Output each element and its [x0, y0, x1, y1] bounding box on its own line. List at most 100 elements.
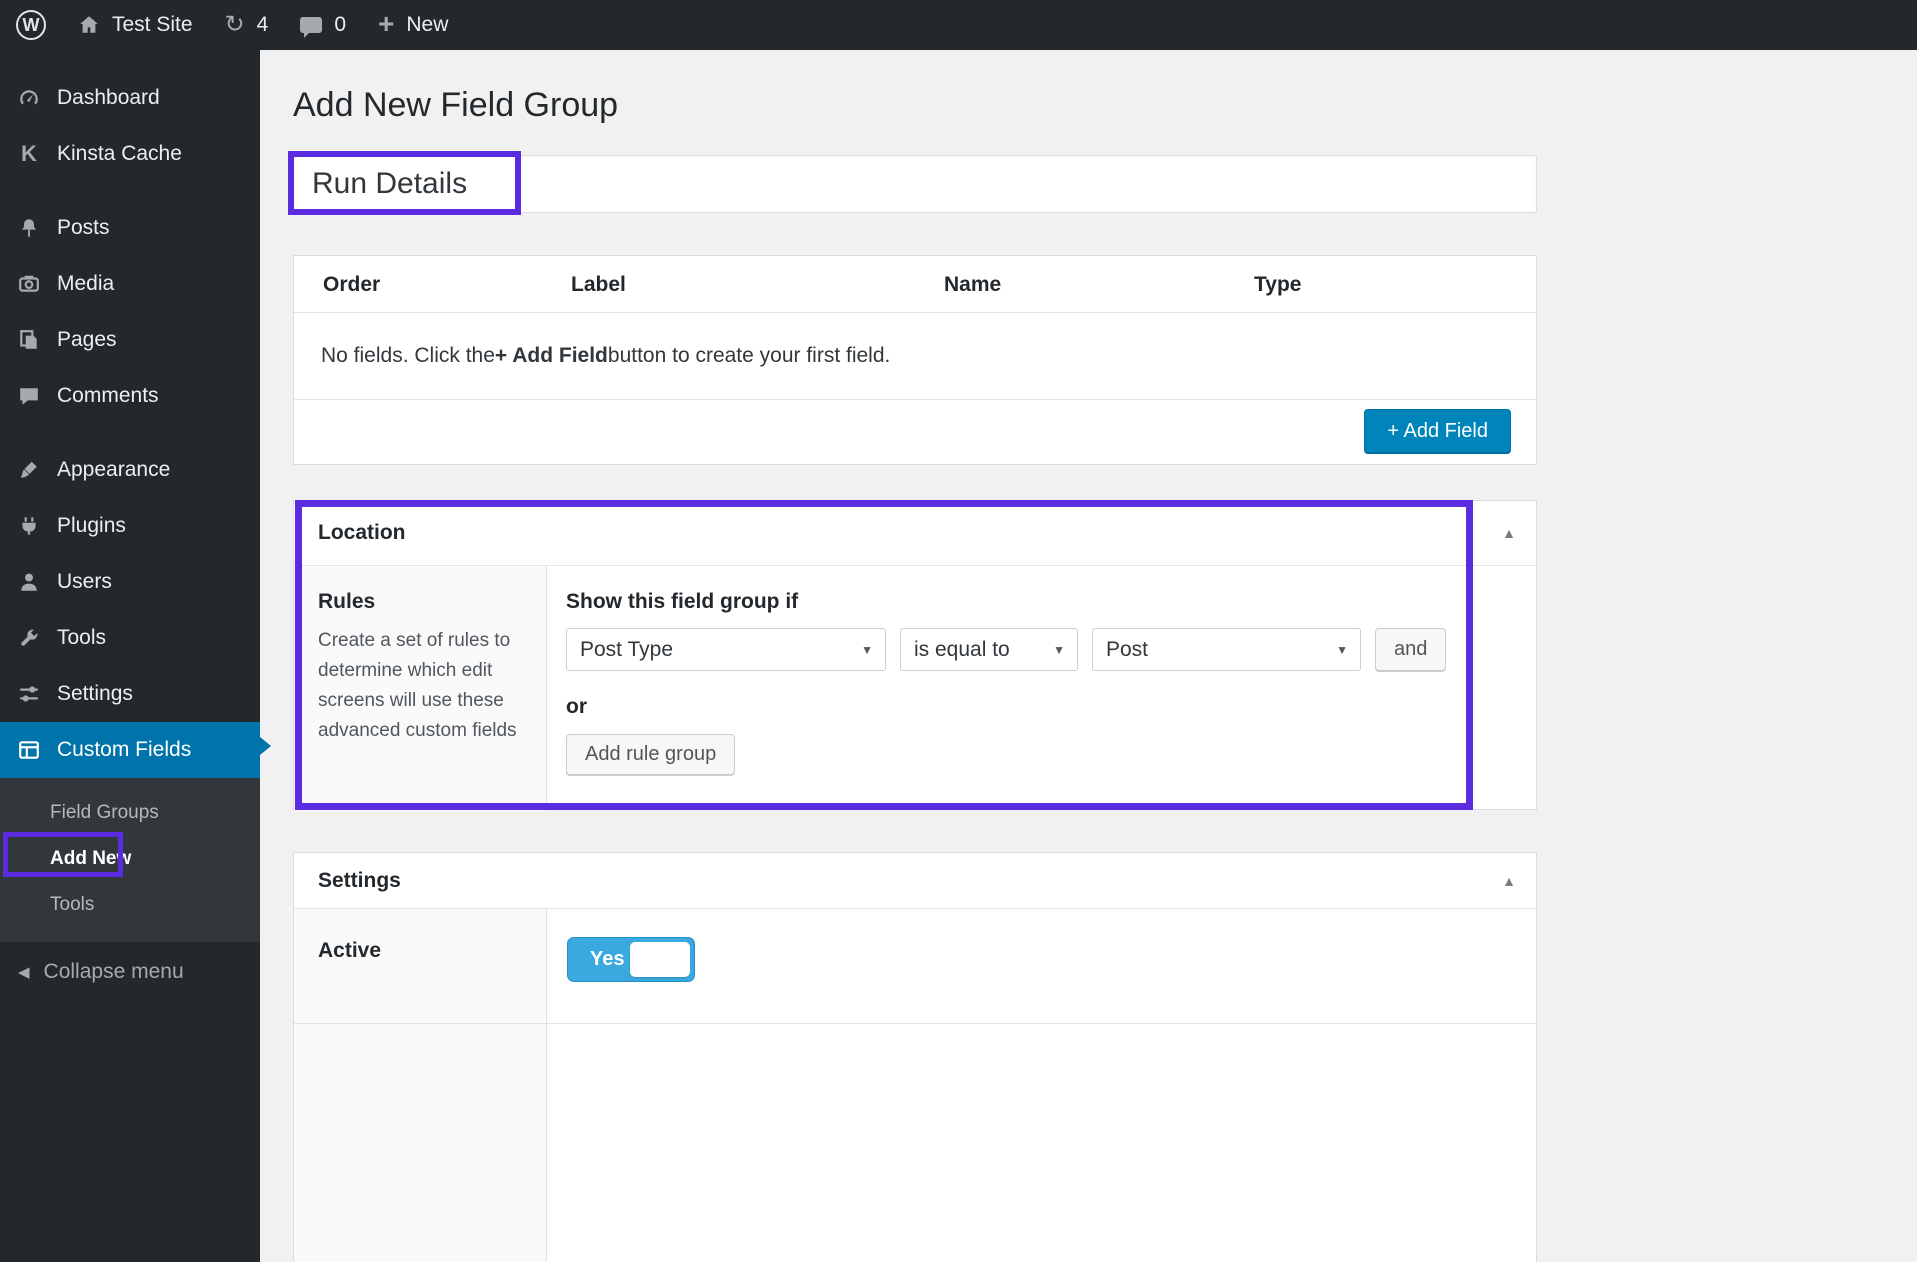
rule-row: Post Type ▼ is equal to ▼ Post ▼ and — [566, 628, 1536, 671]
sidebar-item-label: Pages — [57, 328, 117, 352]
location-body: Rules Create a set of rules to determine… — [294, 566, 1536, 811]
location-metabox: Location ▲ Rules Create a set of rules t… — [293, 500, 1537, 810]
custom-fields-icon — [16, 739, 42, 761]
or-label: or — [566, 695, 1536, 719]
new-content-menu[interactable]: + New — [362, 0, 464, 50]
next-setting-control-column — [547, 1024, 1536, 1262]
show-if-label: Show this field group if — [566, 590, 1536, 614]
update-icon: ↻ — [225, 13, 245, 37]
sidebar-item-label: Dashboard — [57, 86, 160, 110]
sidebar-item-custom-fields[interactable]: Custom Fields — [0, 722, 260, 778]
column-header-label: Label — [571, 256, 626, 313]
sidebar-item-pages[interactable]: Pages — [0, 312, 260, 368]
updates-count: 4 — [257, 13, 269, 37]
wordpress-admin-screen: W Test Site ↻ 4 0 + New Dashboard — [0, 0, 1917, 1262]
sidebar-separator — [0, 182, 260, 200]
chevron-down-icon: ▼ — [861, 643, 873, 657]
sidebar-item-label: Custom Fields — [57, 738, 191, 762]
pages-icon — [16, 329, 42, 351]
sidebar-item-label: Kinsta Cache — [57, 142, 182, 166]
add-field-button[interactable]: + Add Field — [1364, 409, 1511, 453]
comments-count: 0 — [334, 13, 346, 37]
settings-title: Settings — [318, 869, 401, 893]
settings-header: Settings ▲ — [294, 853, 1536, 909]
main-content: Add New Field Group Order Label Name Typ… — [260, 50, 1917, 1262]
site-name-menu[interactable]: Test Site — [62, 0, 209, 50]
sidebar-item-label: Posts — [57, 216, 110, 240]
custom-fields-submenu: Field Groups Add New Tools — [0, 778, 260, 942]
add-rule-group-button[interactable]: Add rule group — [566, 734, 735, 775]
sidebar-item-media[interactable]: Media — [0, 256, 260, 312]
next-setting-label-column — [294, 1024, 547, 1262]
no-fields-text: No fields. Click the — [321, 344, 495, 368]
fields-table-footer: + Add Field — [294, 400, 1536, 464]
collapse-menu-button[interactable]: ◀ Collapse menu — [0, 948, 260, 996]
sidebar-item-label: Settings — [57, 682, 133, 706]
fields-metabox: Order Label Name Type No fields. Click t… — [293, 255, 1537, 465]
sidebar-item-add-new[interactable]: Add New — [0, 836, 260, 882]
updates-menu[interactable]: ↻ 4 — [209, 0, 285, 50]
and-button[interactable]: and — [1375, 628, 1446, 671]
sidebar-item-label: Plugins — [57, 514, 126, 538]
rule-value-select[interactable]: Post ▼ — [1092, 628, 1361, 671]
sidebar-item-label: Media — [57, 272, 114, 296]
active-setting-control: Yes — [547, 909, 1536, 1023]
sidebar-item-kinsta-cache[interactable]: K Kinsta Cache — [0, 126, 260, 182]
user-icon — [16, 571, 42, 593]
admin-sidebar: Dashboard K Kinsta Cache Posts Media — [0, 50, 260, 1262]
wordpress-logo-menu[interactable]: W — [0, 0, 62, 50]
sidebar-item-users[interactable]: Users — [0, 554, 260, 610]
active-label: Active — [294, 909, 547, 1023]
chevron-down-icon: ▼ — [1053, 643, 1065, 657]
active-setting-row: Active Yes — [294, 909, 1536, 1024]
sidebar-item-plugins[interactable]: Plugins — [0, 498, 260, 554]
rule-operator-select[interactable]: is equal to ▼ — [900, 628, 1078, 671]
sidebar-item-acf-tools[interactable]: Tools — [0, 882, 260, 928]
rules-editor-column: Show this field group if Post Type ▼ is … — [547, 566, 1536, 811]
settings-metabox: Settings ▲ Active Yes — [293, 852, 1537, 1262]
next-setting-row — [294, 1024, 1536, 1262]
sidebar-item-label: Tools — [57, 626, 106, 650]
toggle-on-label: Yes — [590, 948, 624, 971]
no-fields-text: button to create your first field. — [608, 344, 890, 368]
column-header-type: Type — [1254, 256, 1301, 313]
active-toggle[interactable]: Yes — [567, 937, 695, 982]
collapse-menu-label: Collapse menu — [44, 960, 184, 984]
sidebar-item-field-groups[interactable]: Field Groups — [0, 790, 260, 836]
plus-icon: + — [378, 8, 394, 40]
collapse-panel-icon[interactable]: ▲ — [1502, 501, 1516, 565]
field-group-title-input[interactable] — [293, 155, 1537, 213]
page-title: Add New Field Group — [293, 86, 618, 125]
home-icon — [78, 14, 100, 36]
wrench-icon — [16, 627, 42, 649]
brush-icon — [16, 459, 42, 481]
sidebar-item-posts[interactable]: Posts — [0, 200, 260, 256]
sidebar-item-appearance[interactable]: Appearance — [0, 442, 260, 498]
sliders-icon — [16, 683, 42, 705]
toggle-knob — [630, 942, 690, 977]
sidebar-item-tools[interactable]: Tools — [0, 610, 260, 666]
kinsta-icon: K — [16, 143, 42, 165]
sidebar-item-settings[interactable]: Settings — [0, 666, 260, 722]
no-fields-message: No fields. Click the + Add Field button … — [294, 313, 1536, 400]
sidebar-item-comments[interactable]: Comments — [0, 368, 260, 424]
rule-param-value: Post Type — [580, 638, 673, 662]
no-fields-bold: + Add Field — [495, 344, 608, 368]
collapse-panel-icon[interactable]: ▲ — [1502, 853, 1516, 908]
site-name-label: Test Site — [112, 13, 193, 37]
sidebar-item-label: Appearance — [57, 458, 170, 482]
dashboard-icon — [16, 87, 42, 109]
sidebar-item-label: Comments — [57, 384, 159, 408]
sidebar-separator — [0, 424, 260, 442]
sidebar-spacer — [0, 50, 260, 70]
active-menu-arrow — [260, 737, 271, 755]
admin-bar: W Test Site ↻ 4 0 + New — [0, 0, 1917, 50]
sidebar-item-label: Users — [57, 570, 112, 594]
chevron-down-icon: ▼ — [1336, 643, 1348, 657]
comments-icon — [16, 385, 42, 407]
collapse-arrow-icon: ◀ — [18, 963, 30, 981]
sidebar-item-dashboard[interactable]: Dashboard — [0, 70, 260, 126]
comments-menu[interactable]: 0 — [284, 0, 362, 50]
rule-param-select[interactable]: Post Type ▼ — [566, 628, 886, 671]
media-icon — [16, 273, 42, 295]
